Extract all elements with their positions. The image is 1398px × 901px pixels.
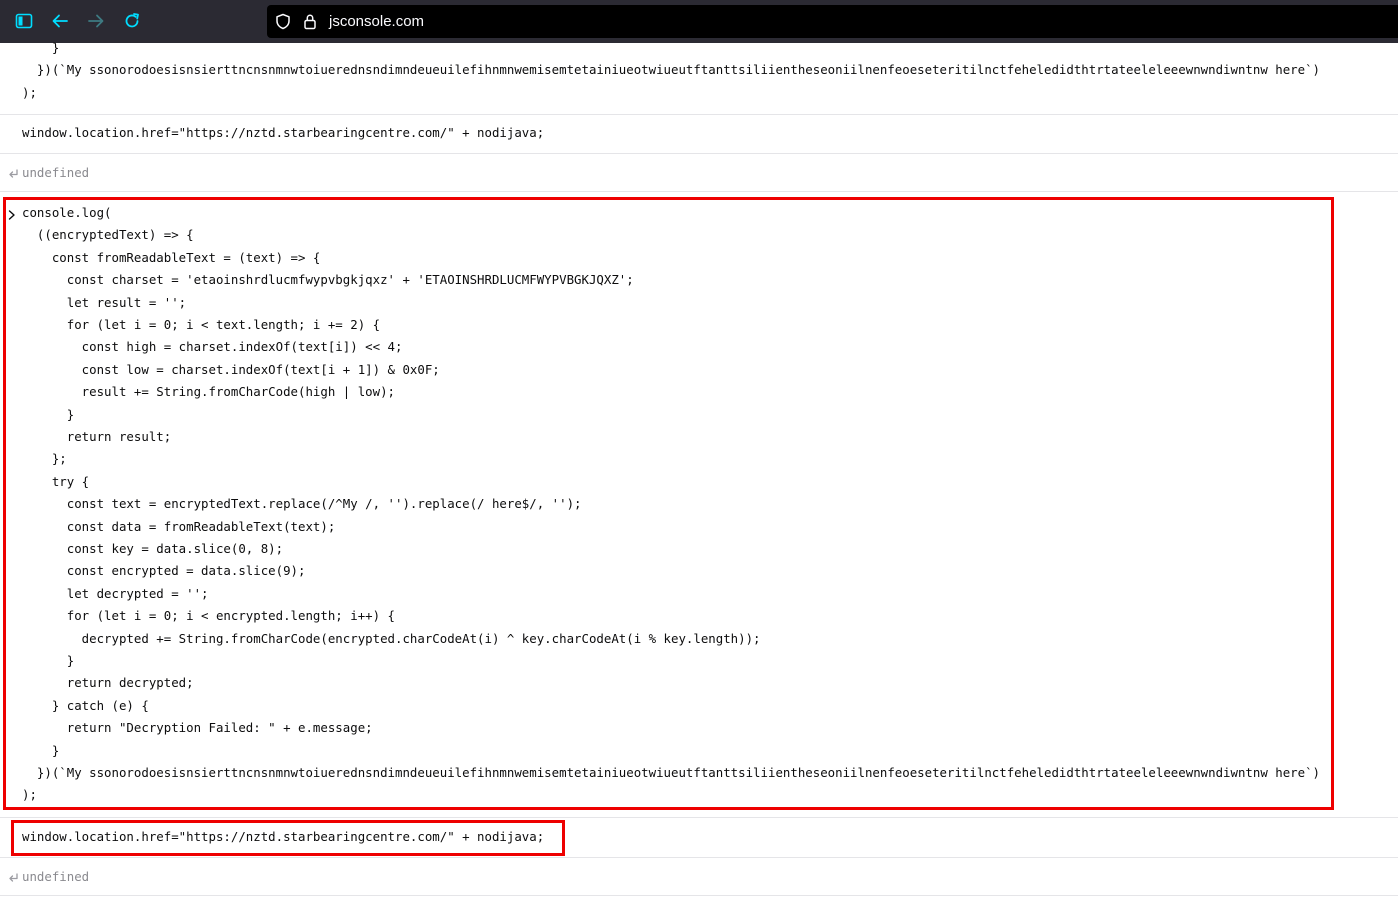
prompt-chevron-icon — [7, 209, 17, 224]
code-line: })(`My ssonorodoesisnsierttncnsnmnwtoiue… — [22, 62, 1321, 77]
code-line: } — [22, 653, 75, 668]
browser-toolbar: jsconsole.com — [0, 0, 1398, 44]
back-arrow-icon[interactable] — [48, 9, 72, 33]
code-line: for (let i = 0; i < text.length; i += 2)… — [22, 317, 381, 332]
url-bar[interactable]: jsconsole.com — [267, 5, 1398, 38]
redirect-statement: window.location.href="https://nztd.starb… — [22, 125, 545, 140]
result-arrow-icon — [7, 168, 19, 183]
code-line: for (let i = 0; i < encrypted.length; i+… — [22, 608, 395, 624]
code-line: } catch (e) { — [22, 697, 149, 713]
code-line: const charset = 'etaoinshrdlucmfwypvbgkj… — [22, 272, 634, 288]
code-line: return decrypted; — [22, 675, 194, 691]
shield-icon[interactable] — [275, 13, 291, 34]
code-line: try { — [22, 473, 90, 489]
code-line: })(`My ssonorodoesisnsierttncnsnmnwtoiue… — [22, 765, 1321, 780]
code-line: let decrypted = ''; — [22, 585, 209, 601]
divider — [0, 895, 1398, 896]
code-line: const encrypted = data.slice(9); — [22, 563, 306, 579]
result-value: undefined — [22, 165, 90, 180]
divider — [0, 153, 1398, 154]
code-line: const fromReadableText = (text) => { — [22, 249, 321, 265]
console-output: } })(`My ssonorodoesisnsierttncnsnmnwtoi… — [0, 40, 1398, 901]
code-line: ((encryptedText) => { — [22, 227, 194, 243]
code-line: console.log( — [22, 205, 112, 220]
result-value: undefined — [22, 869, 90, 884]
code-line: const key = data.slice(0, 8); — [22, 541, 284, 556]
code-line: } — [22, 40, 60, 55]
lock-icon[interactable] — [303, 13, 317, 34]
divider — [0, 857, 1398, 858]
forward-arrow-icon[interactable] — [84, 9, 108, 33]
divider — [0, 114, 1398, 115]
code-line: const low = charset.indexOf(text[i + 1])… — [22, 361, 440, 377]
code-line: const data = fromReadableText(text); — [22, 518, 336, 534]
code-line: ); — [22, 787, 37, 803]
code-line: } — [22, 406, 75, 422]
code-line: } — [22, 742, 60, 758]
code-line: result += String.fromCharCode(high | low… — [22, 384, 395, 400]
sidebar-icon[interactable] — [12, 9, 36, 33]
result-arrow-icon — [7, 872, 19, 887]
code-line: ); — [22, 85, 37, 100]
url-text[interactable]: jsconsole.com — [329, 5, 424, 38]
code-line: const text = encryptedText.replace(/^My … — [22, 496, 582, 512]
divider — [0, 817, 1398, 818]
divider — [0, 191, 1398, 192]
code-line: let result = ''; — [22, 294, 187, 310]
code-line: return result; — [22, 429, 172, 444]
redirect-statement: window.location.href="https://nztd.starb… — [22, 829, 545, 844]
code-line: return "Decryption Failed: " + e.message… — [22, 720, 373, 736]
code-line: decrypted += String.fromCharCode(encrypt… — [22, 630, 761, 646]
reload-icon[interactable] — [120, 9, 144, 33]
code-line: const high = charset.indexOf(text[i]) <<… — [22, 339, 403, 355]
code-line: }; — [22, 451, 67, 467]
